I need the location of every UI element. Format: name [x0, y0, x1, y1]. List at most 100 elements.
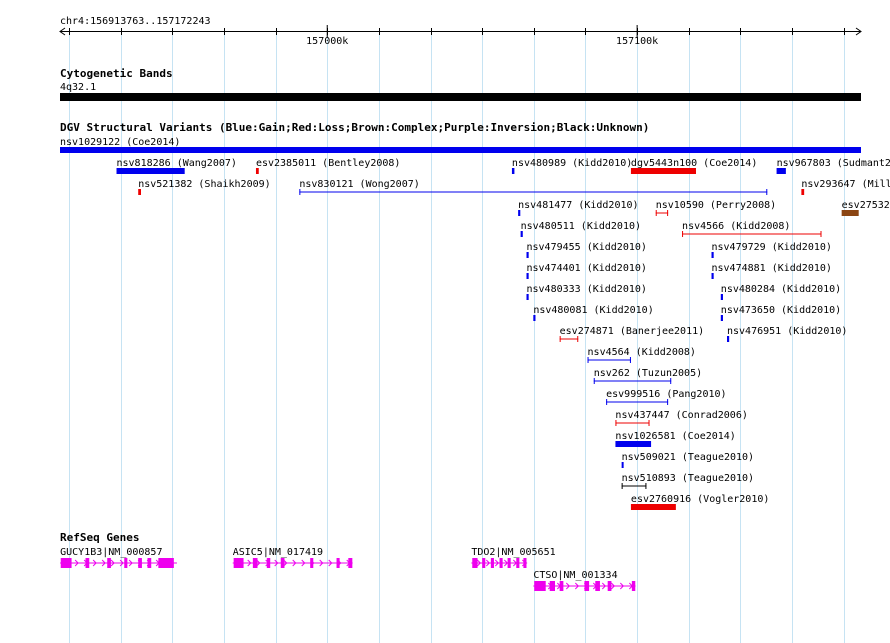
- dgv-feature-bar[interactable]: [776, 168, 786, 174]
- dgv-feature[interactable]: nsv479455 (Kidd2010): [526, 242, 647, 258]
- gene-label: TDO2|NM_005651: [471, 547, 555, 558]
- gene-exon[interactable]: [85, 558, 90, 568]
- dgv-feature[interactable]: esv2760916 (Vogler2010): [630, 494, 769, 510]
- dgv-feature[interactable]: esv999516 (Pang2010): [606, 389, 727, 405]
- dgv-feature-bar[interactable]: [630, 168, 697, 174]
- dgv-feature[interactable]: nsv474881 (Kidd2010): [711, 263, 832, 279]
- dgv-feature-label: nsv1029122 (Coe2014): [60, 137, 180, 148]
- dgv-feature-bar[interactable]: [255, 168, 259, 174]
- gene-exon[interactable]: [482, 558, 486, 568]
- dgv-feature[interactable]: nsv967803 (Sudmant2013): [776, 158, 890, 174]
- cytoband-bar[interactable]: [60, 93, 861, 101]
- dgv-feature[interactable]: nsv476951 (Kidd2010): [726, 326, 847, 342]
- dgv-feature[interactable]: nsv480081 (Kidd2010): [533, 305, 654, 321]
- dgv-feature-bar[interactable]: [621, 462, 624, 468]
- dgv-feature[interactable]: nsv521382 (Shaikh2009): [138, 179, 271, 195]
- dgv-feature[interactable]: esv2753209: [841, 200, 890, 216]
- refseq-genes-track[interactable]: RefSeq Genes GUCY1B3|NM_000857 ASIC5|NM_0…: [60, 531, 636, 591]
- dgv-feature[interactable]: nsv1026581 (Coe2014): [615, 431, 736, 447]
- gene-exon[interactable]: [472, 558, 478, 568]
- dgv-feature[interactable]: nsv262 (Tuzun2005): [593, 368, 702, 384]
- dgv-feature[interactable]: nsv480989 (Kidd2010): [511, 158, 632, 174]
- gene-exon[interactable]: [549, 581, 556, 591]
- gene-exon[interactable]: [607, 581, 612, 591]
- dgv-feature[interactable]: nsv510893 (Teague2010): [621, 473, 754, 489]
- gene-exon[interactable]: [107, 558, 111, 568]
- dgv-feature-bar[interactable]: [526, 252, 529, 258]
- dgv-feature[interactable]: nsv473650 (Kidd2010): [720, 305, 841, 321]
- dgv-feature[interactable]: nsv437447 (Conrad2006): [615, 410, 748, 426]
- dgv-feature[interactable]: nsv293647 (Mills2011): [801, 179, 890, 195]
- dgv-feature-bar[interactable]: [801, 189, 805, 195]
- cytoband-name: 4q32.1: [60, 82, 96, 93]
- dgv-feature[interactable]: nsv10590 (Perry2008): [655, 200, 776, 216]
- gene-exon[interactable]: [252, 558, 258, 568]
- gene-exon[interactable]: [158, 558, 174, 568]
- dgv-feature-bar[interactable]: [138, 189, 141, 195]
- refseq-gene[interactable]: ASIC5|NM_017419: [232, 547, 353, 568]
- dgv-feature[interactable]: nsv4566 (Kidd2008): [682, 221, 822, 237]
- dgv-feature-label: nsv262 (Tuzun2005): [594, 368, 702, 379]
- dgv-feature-bar[interactable]: [116, 168, 185, 174]
- dgv-feature-bar[interactable]: [630, 504, 676, 510]
- gene-exon[interactable]: [266, 558, 271, 568]
- dgv-feature[interactable]: esv2385011 (Bentley2008): [255, 158, 401, 174]
- gene-exon[interactable]: [336, 558, 340, 568]
- gene-exon[interactable]: [507, 558, 511, 568]
- refseq-gene[interactable]: GUCY1B3|NM_000857: [60, 547, 177, 568]
- dgv-feature-bar[interactable]: [720, 315, 723, 321]
- gene-exon[interactable]: [516, 558, 520, 568]
- dgv-feature-bar[interactable]: [518, 210, 521, 216]
- gene-exon[interactable]: [280, 558, 285, 568]
- gene-exon[interactable]: [490, 558, 494, 568]
- dgv-feature-bar[interactable]: [511, 168, 515, 174]
- dgv-feature-bar[interactable]: [711, 252, 714, 258]
- dgv-feature-label: esv274871 (Banerjee2011): [560, 326, 705, 337]
- dgv-structural-variants-track[interactable]: DGV Structural Variants (Blue:Gain;Red:L…: [60, 121, 890, 510]
- gene-exon[interactable]: [499, 558, 503, 568]
- gene-exon[interactable]: [631, 581, 636, 591]
- dgv-feature-bar[interactable]: [726, 336, 730, 342]
- gene-label: GUCY1B3|NM_000857: [60, 547, 162, 558]
- gene-exon[interactable]: [138, 558, 142, 568]
- gene-exon[interactable]: [559, 581, 564, 591]
- dgv-feature-bar[interactable]: [520, 231, 523, 237]
- dgv-feature[interactable]: esv274871 (Banerjee2011): [559, 326, 705, 342]
- dgv-feature-bar[interactable]: [526, 273, 529, 279]
- dgv-feature-label: nsv293647 (Mills2011): [801, 179, 890, 190]
- dgv-feature-label: nsv818286 (Wang2007): [117, 158, 237, 169]
- dgv-feature-bar[interactable]: [526, 294, 529, 300]
- gene-exon[interactable]: [348, 558, 353, 568]
- dgv-feature-bar[interactable]: [615, 441, 652, 447]
- dgv-feature-bar[interactable]: [720, 294, 723, 300]
- dgv-feature[interactable]: nsv480511 (Kidd2010): [520, 221, 641, 237]
- dgv-feature[interactable]: nsv480333 (Kidd2010): [526, 284, 647, 300]
- gene-exon[interactable]: [523, 558, 527, 568]
- gene-exon[interactable]: [233, 558, 244, 568]
- refseq-gene[interactable]: CTSO|NM_001334: [533, 570, 636, 591]
- dgv-feature[interactable]: dgv5443n100 (Coe2014): [630, 158, 757, 174]
- dgv-feature[interactable]: nsv480284 (Kidd2010): [720, 284, 841, 300]
- gene-exon[interactable]: [60, 558, 72, 568]
- dgv-feature-bar[interactable]: [60, 147, 861, 153]
- dgv-feature[interactable]: nsv479729 (Kidd2010): [711, 242, 832, 258]
- dgv-feature[interactable]: nsv481477 (Kidd2010): [518, 200, 639, 216]
- dgv-feature-bar[interactable]: [711, 273, 714, 279]
- gene-exon[interactable]: [584, 581, 590, 591]
- gene-exon[interactable]: [124, 558, 128, 568]
- dgv-feature-bar[interactable]: [533, 315, 536, 321]
- dgv-feature-bar[interactable]: [841, 210, 859, 216]
- dgv-feature[interactable]: nsv4564 (Kidd2008): [587, 347, 696, 363]
- gene-exon[interactable]: [595, 581, 600, 591]
- gene-exon[interactable]: [534, 581, 546, 591]
- genome-browser: chr4:156913763..157172243 157000k 157100k…: [0, 0, 890, 643]
- dgv-feature[interactable]: nsv474401 (Kidd2010): [526, 263, 647, 279]
- dgv-feature-label: nsv967803 (Sudmant2013): [777, 158, 890, 169]
- dgv-feature[interactable]: nsv509021 (Teague2010): [621, 452, 754, 468]
- gene-exon[interactable]: [147, 558, 152, 568]
- dgv-feature[interactable]: nsv818286 (Wang2007): [116, 158, 237, 174]
- dgv-feature[interactable]: nsv830121 (Wong2007): [299, 179, 768, 195]
- refseq-gene[interactable]: TDO2|NM_005651: [471, 547, 556, 568]
- gene-exon[interactable]: [310, 558, 314, 568]
- dgv-feature-label: nsv474881 (Kidd2010): [712, 263, 832, 274]
